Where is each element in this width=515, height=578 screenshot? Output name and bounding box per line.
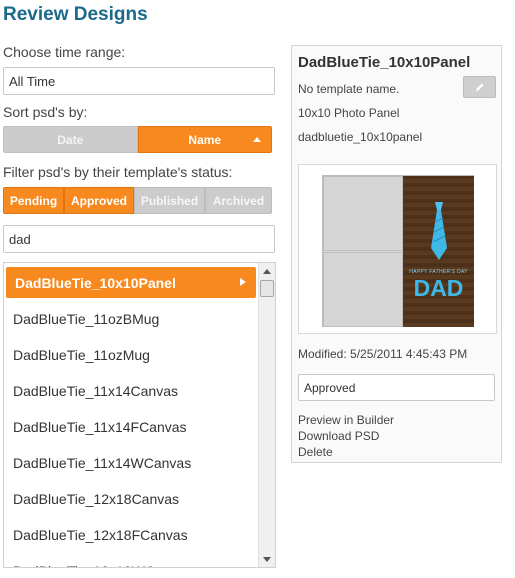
caret-up-icon <box>253 137 261 142</box>
sort-date-button[interactable]: Date <box>3 126 138 153</box>
list-item[interactable]: DadBlueTie_11ozMug <box>4 337 258 373</box>
list-item-selected[interactable]: DadBlueTie_10x10Panel <box>6 267 256 298</box>
status-field[interactable]: Approved <box>298 374 495 401</box>
list-item[interactable]: DadBlueTie_12x18FCanvas <box>4 517 258 553</box>
detail-panel: DadBlueTie_10x10Panel No template name. … <box>291 45 502 463</box>
filter-pending-button[interactable]: Pending <box>3 187 64 214</box>
filter-approved-button[interactable]: Approved <box>64 187 134 214</box>
design-thumbnail[interactable]: HAPPY FATHER'S DAY DAD <box>322 175 474 327</box>
design-artwork: HAPPY FATHER'S DAY DAD <box>403 176 474 327</box>
list-scrollbar[interactable] <box>258 263 275 567</box>
filter-toggle-group: Pending Approved Published Archived <box>3 187 272 214</box>
time-range-label: Choose time range: <box>3 44 126 60</box>
caret-up-icon <box>263 268 271 274</box>
edit-template-button[interactable] <box>463 76 496 98</box>
time-range-field[interactable]: All Time <box>3 67 275 95</box>
list-item-label: DadBlueTie_10x10Panel <box>15 274 176 291</box>
psd-list: DadBlueTie_10x10Panel DadBlueTie_11ozBMu… <box>4 263 258 567</box>
sort-name-button[interactable]: Name <box>137 126 272 153</box>
detail-title: DadBlueTie_10x10Panel <box>298 54 471 71</box>
necktie-icon <box>431 202 447 260</box>
sort-name-label: Name <box>188 132 222 147</box>
pencil-icon <box>475 83 484 91</box>
photo-slot <box>323 176 403 251</box>
modified-date: Modified: 5/25/2011 4:45:43 PM <box>298 347 468 361</box>
psd-filename: dadbluetie_10x10panel <box>298 130 423 144</box>
photo-slot <box>323 252 403 327</box>
list-item[interactable]: DadBlueTie_12x18Canvas <box>4 481 258 517</box>
arrow-right-icon <box>240 278 246 286</box>
list-item[interactable]: DadBlueTie_12x18WCanvas <box>4 553 258 567</box>
scroll-thumb[interactable] <box>260 280 274 297</box>
filter-published-button[interactable]: Published <box>134 187 205 214</box>
template-name: No template name. <box>298 82 400 96</box>
filter-archived-button[interactable]: Archived <box>205 187 272 214</box>
artwork-big-text: DAD <box>413 275 464 301</box>
preview-in-builder-link[interactable]: Preview in Builder <box>298 413 394 427</box>
download-psd-link[interactable]: Download PSD <box>298 429 379 443</box>
scroll-up-button[interactable] <box>259 263 275 279</box>
list-item[interactable]: DadBlueTie_11x14FCanvas <box>4 409 258 445</box>
list-item[interactable]: DadBlueTie_11ozBMug <box>4 301 258 337</box>
caret-down-icon <box>263 556 271 562</box>
scroll-down-button[interactable] <box>259 551 275 567</box>
preview-frame: HAPPY FATHER'S DAY DAD <box>298 164 497 334</box>
psd-listbox[interactable]: DadBlueTie_10x10Panel DadBlueTie_11ozBMu… <box>3 262 276 568</box>
page-title: Review Designs <box>3 4 148 25</box>
filter-label: Filter psd's by their template's status: <box>3 164 233 180</box>
sort-label: Sort psd's by: <box>3 104 88 120</box>
delete-link[interactable]: Delete <box>298 445 333 459</box>
product-name: 10x10 Photo Panel <box>298 106 400 120</box>
list-item[interactable]: DadBlueTie_11x14WCanvas <box>4 445 258 481</box>
sort-toggle: Date Name <box>3 126 272 153</box>
search-input[interactable]: dad <box>3 225 275 253</box>
list-item[interactable]: DadBlueTie_11x14Canvas <box>4 373 258 409</box>
